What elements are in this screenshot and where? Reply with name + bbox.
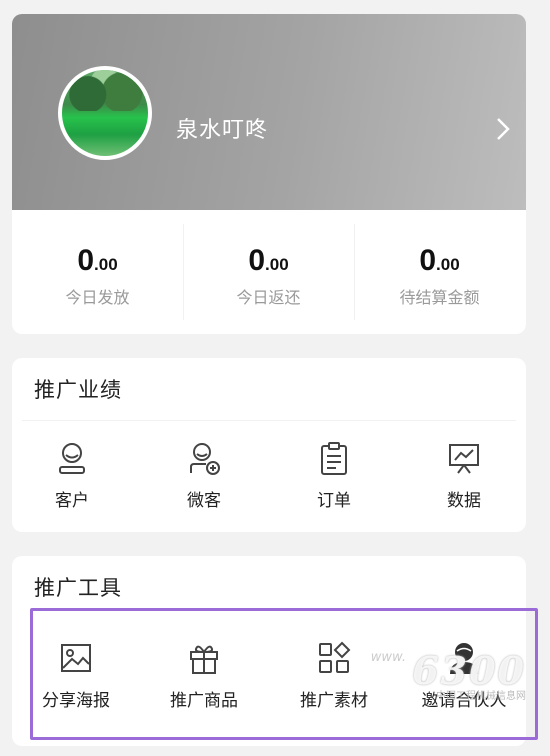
stat-label: 今日返还 <box>236 288 301 307</box>
username: 泉水叮咚 <box>176 118 269 143</box>
chevron-right-icon[interactable] <box>496 117 510 141</box>
watermark-prefix: www. <box>370 650 406 665</box>
menu-item-micro-customer[interactable]: 微客 <box>144 440 264 511</box>
stat-label: 待结算金额 <box>399 288 480 307</box>
stat-pending-settlement[interactable]: 0.00 待结算金额 <box>354 210 525 334</box>
avatar[interactable] <box>58 66 152 160</box>
section-title: 推广工具 <box>34 576 122 600</box>
stat-value: 0 <box>248 244 266 277</box>
stat-today-issued[interactable]: 0.00 今日发放 <box>12 210 183 334</box>
menu-item-label: 订单 <box>317 491 351 511</box>
stat-value: 0 <box>77 244 95 277</box>
stat-decimal: .00 <box>265 255 289 274</box>
menu-item-data[interactable]: 数据 <box>404 440 524 511</box>
performance-section: 推广业绩 客户 微客 订单 数据 <box>12 358 526 532</box>
watermark: www. 6300 中国工程机械信息网 <box>371 648 526 702</box>
add-user-icon <box>190 443 220 475</box>
profile-header[interactable]: 泉水叮咚 <box>12 14 526 210</box>
stats-panel: 0.00 今日发放 0.00 今日返还 0.00 待结算金额 <box>12 210 526 334</box>
stat-decimal: .00 <box>436 255 460 274</box>
customer-icon <box>59 443 85 474</box>
menu-item-label: 数据 <box>447 491 481 511</box>
stat-today-returned[interactable]: 0.00 今日返还 <box>183 210 354 334</box>
stat-decimal: .00 <box>94 255 118 274</box>
stat-label: 今日发放 <box>65 288 130 307</box>
chart-icon <box>449 444 479 474</box>
stat-value: 0 <box>419 244 437 277</box>
menu-item-label: 客户 <box>55 491 89 511</box>
order-icon <box>321 442 347 475</box>
menu-item-orders[interactable]: 订单 <box>274 440 394 511</box>
menu-item-customer[interactable]: 客户 <box>12 440 132 511</box>
section-title: 推广业绩 <box>34 378 122 402</box>
menu-item-label: 微客 <box>187 491 221 511</box>
